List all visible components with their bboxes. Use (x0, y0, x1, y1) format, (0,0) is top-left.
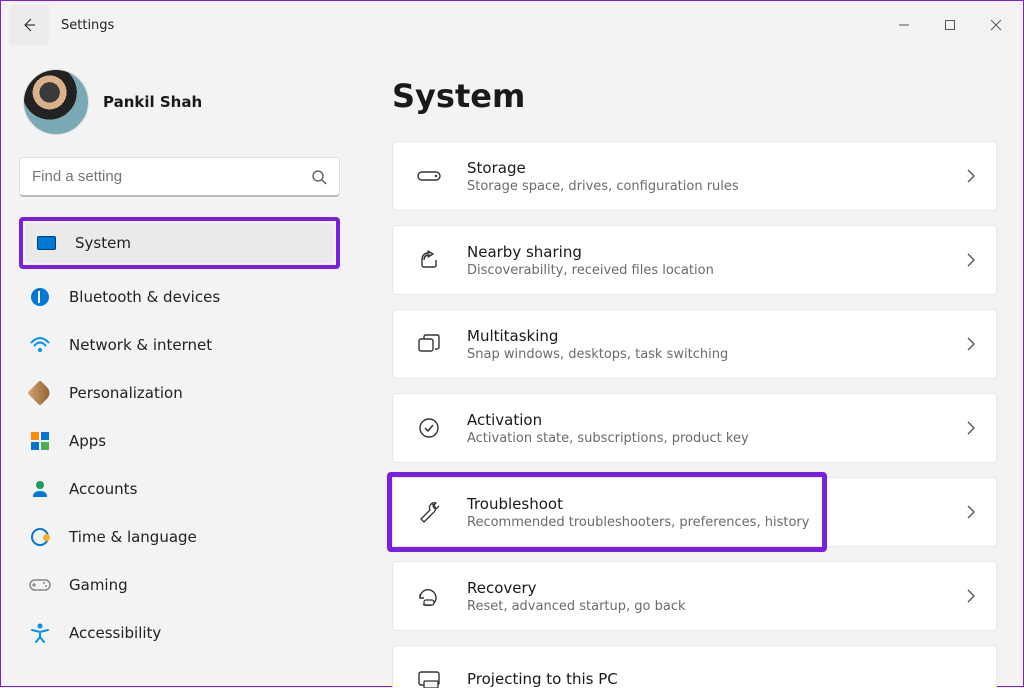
sidebar-item-apps[interactable]: Apps (19, 421, 340, 461)
apps-icon (29, 432, 51, 450)
card-subtitle: Discoverability, received files location (467, 263, 966, 278)
sidebar-item-bluetooth[interactable]: Bluetooth & devices (19, 277, 340, 317)
chevron-right-icon (966, 504, 976, 520)
maximize-button[interactable] (927, 9, 973, 41)
maximize-icon (944, 19, 956, 31)
sidebar-item-label: Time & language (69, 528, 197, 546)
chevron-right-icon (966, 336, 976, 352)
sidebar-item-label: Bluetooth & devices (69, 288, 220, 306)
wrench-icon (413, 501, 445, 523)
gamepad-icon (29, 578, 51, 592)
sidebar-item-accessibility[interactable]: Accessibility (19, 613, 340, 653)
projecting-icon (413, 671, 445, 688)
page-title: System (392, 77, 997, 115)
card-title: Recovery (467, 579, 966, 597)
card-subtitle: Snap windows, desktops, task switching (467, 347, 966, 362)
sidebar-item-label: Network & internet (69, 336, 212, 354)
checkmark-circle-icon (413, 417, 445, 439)
user-name: Pankil Shah (103, 93, 202, 111)
card-title: Projecting to this PC (467, 670, 976, 688)
sidebar-item-system[interactable]: System (25, 223, 334, 263)
card-subtitle: Recommended troubleshooters, preferences… (467, 515, 966, 530)
sidebar-nav: System Bluetooth & devices Network & int… (19, 217, 340, 661)
card-title: Storage (467, 159, 966, 177)
card-multitasking[interactable]: Multitasking Snap windows, desktops, tas… (392, 309, 997, 379)
back-button[interactable] (9, 5, 49, 45)
system-icon (35, 236, 57, 250)
user-profile[interactable]: Pankil Shah (19, 69, 340, 135)
minimize-icon (898, 19, 910, 31)
close-icon (990, 19, 1002, 31)
bluetooth-icon (29, 288, 51, 306)
arrow-left-icon (21, 17, 37, 33)
minimize-button[interactable] (881, 9, 927, 41)
share-icon (413, 249, 445, 271)
sidebar: Pankil Shah System Bluetooth & devices N (1, 49, 356, 688)
card-activation[interactable]: Activation Activation state, subscriptio… (392, 393, 997, 463)
paintbrush-icon (29, 384, 51, 402)
card-title: Multitasking (467, 327, 966, 345)
sidebar-item-label: Accounts (69, 480, 137, 498)
main-content: System Storage Storage space, drives, co… (356, 49, 1023, 688)
card-subtitle: Storage space, drives, configuration rul… (467, 179, 966, 194)
sidebar-item-time-language[interactable]: Time & language (19, 517, 340, 557)
search-box[interactable] (19, 157, 340, 197)
card-projecting[interactable]: Projecting to this PC (392, 645, 997, 688)
chevron-right-icon (966, 420, 976, 436)
chevron-right-icon (966, 252, 976, 268)
card-recovery[interactable]: Recovery Reset, advanced startup, go bac… (392, 561, 997, 631)
chevron-right-icon (966, 588, 976, 604)
titlebar: Settings (1, 1, 1023, 49)
sidebar-item-gaming[interactable]: Gaming (19, 565, 340, 605)
sidebar-item-network[interactable]: Network & internet (19, 325, 340, 365)
card-title: Activation (467, 411, 966, 429)
recovery-icon (413, 586, 445, 606)
accessibility-icon (29, 623, 51, 643)
card-title: Troubleshoot (467, 495, 966, 513)
search-icon (311, 169, 327, 185)
search-input[interactable] (32, 168, 311, 185)
window-title: Settings (61, 18, 114, 33)
card-subtitle: Reset, advanced startup, go back (467, 599, 966, 614)
globe-clock-icon (29, 528, 51, 546)
sidebar-item-label: Accessibility (69, 624, 161, 642)
sidebar-item-label: Gaming (69, 576, 128, 594)
highlight-system: System (19, 217, 340, 269)
card-nearby-sharing[interactable]: Nearby sharing Discoverability, received… (392, 225, 997, 295)
card-troubleshoot[interactable]: Troubleshoot Recommended troubleshooters… (392, 477, 997, 547)
sidebar-item-accounts[interactable]: Accounts (19, 469, 340, 509)
close-button[interactable] (973, 9, 1019, 41)
card-storage[interactable]: Storage Storage space, drives, configura… (392, 141, 997, 211)
person-icon (29, 480, 51, 498)
sidebar-item-personalization[interactable]: Personalization (19, 373, 340, 413)
storage-icon (413, 169, 445, 183)
sidebar-item-label: System (75, 234, 131, 252)
avatar (23, 69, 89, 135)
sidebar-item-label: Apps (69, 432, 106, 450)
multitasking-icon (413, 334, 445, 354)
wifi-icon (29, 337, 51, 353)
window-controls (881, 9, 1019, 41)
card-subtitle: Activation state, subscriptions, product… (467, 431, 966, 446)
chevron-right-icon (966, 168, 976, 184)
sidebar-item-label: Personalization (69, 384, 183, 402)
card-title: Nearby sharing (467, 243, 966, 261)
